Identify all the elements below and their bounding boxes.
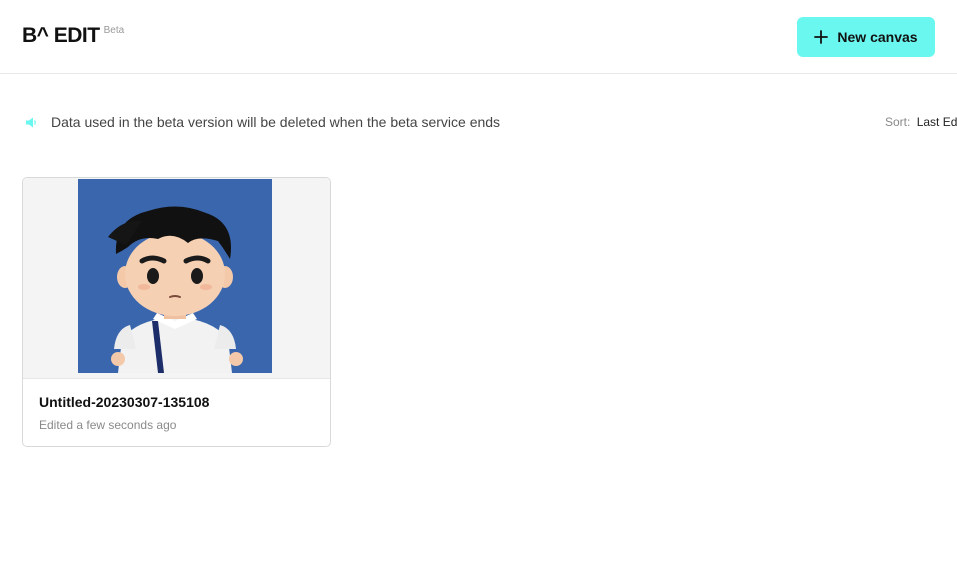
canvas-edited-time: Edited a few seconds ago xyxy=(39,418,177,432)
new-canvas-button[interactable]: New canvas xyxy=(797,17,935,57)
logo-text: B^ EDIT xyxy=(22,24,100,47)
canvas-card[interactable]: Untitled-20230307-135108 Edited a few se… xyxy=(22,177,331,447)
sort-control[interactable]: Sort: Last Ed xyxy=(885,115,957,129)
canvas-thumbnail-area xyxy=(23,178,330,379)
app-logo[interactable]: B^ EDIT Beta xyxy=(22,24,124,48)
beta-badge: Beta xyxy=(103,25,125,36)
speaker-icon xyxy=(26,117,36,127)
canvas-title: Untitled-20230307-135108 xyxy=(39,394,210,410)
sort-label: Sort: xyxy=(885,115,911,129)
plus-icon xyxy=(814,30,829,44)
top-bar: B^ EDIT Beta New canvas xyxy=(0,0,957,74)
notice-text: Data used in the beta version will be de… xyxy=(51,114,501,130)
beta-notice: Data used in the beta version will be de… xyxy=(25,114,500,130)
new-canvas-label: New canvas xyxy=(837,29,918,45)
sort-value: Last Ed xyxy=(916,115,957,129)
avatar-thumbnail-image xyxy=(78,179,272,373)
